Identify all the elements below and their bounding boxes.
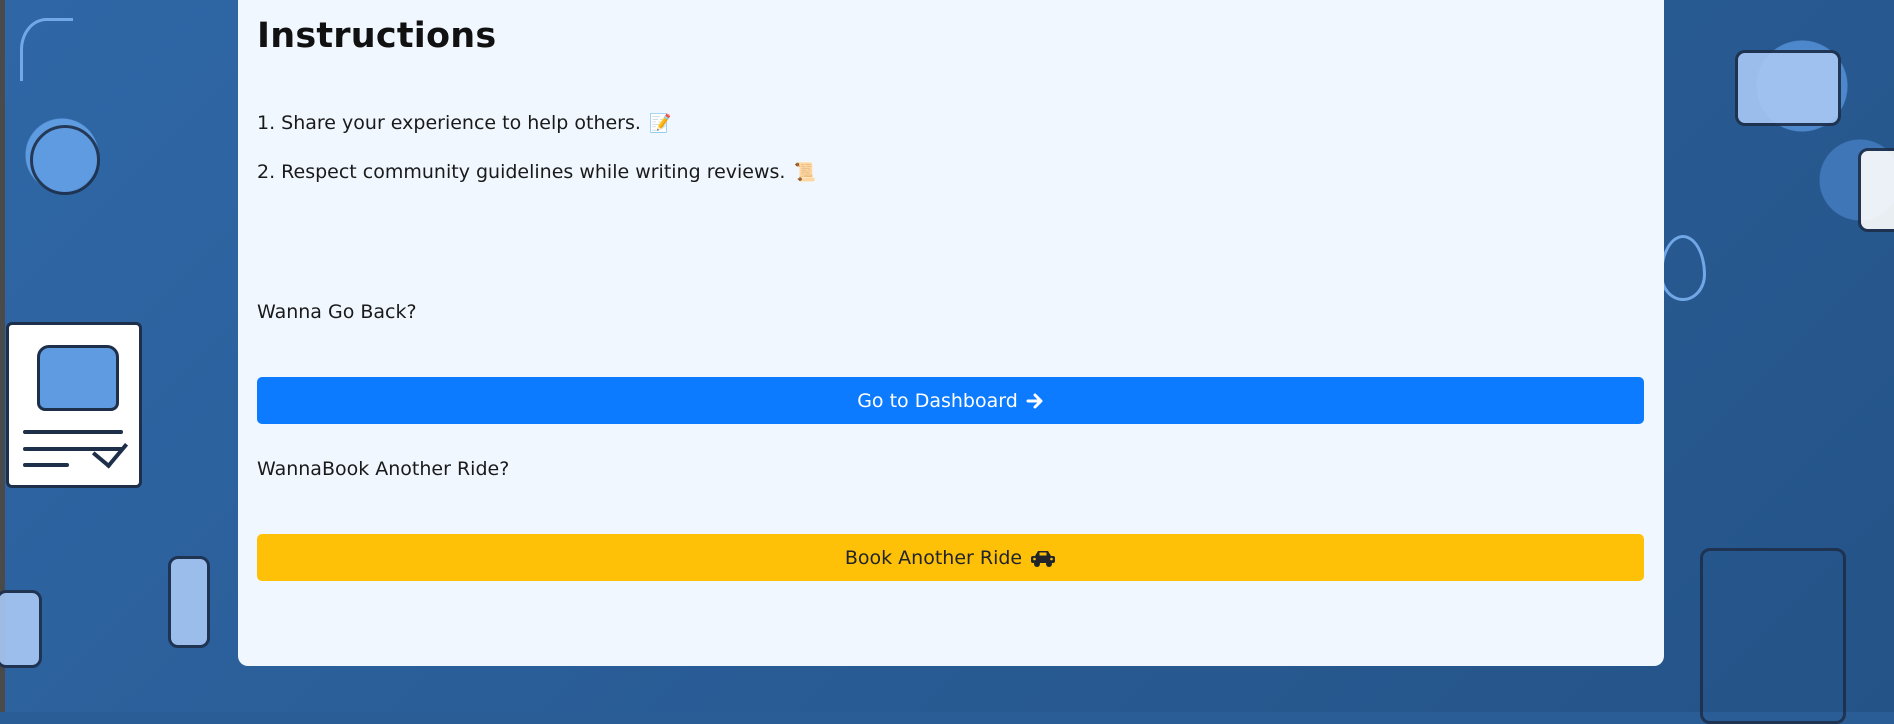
instruction-item-1: 1. Share your experience to help others.… — [257, 112, 671, 134]
book-another-ride-prompt: WannaBook Another Ride? — [257, 458, 510, 480]
user-avatar-decoration — [30, 125, 100, 195]
instruction-item-2: 2. Respect community guidelines while wr… — [257, 161, 816, 183]
card-decoration-bottom-right — [1700, 548, 1846, 724]
go-back-prompt: Wanna Go Back? — [257, 301, 417, 323]
page-title: Instructions — [257, 16, 497, 56]
instruction-text: 2. Respect community guidelines while wr… — [257, 161, 786, 183]
review-instructions-panel: Instructions 1. Share your experience to… — [238, 0, 1664, 666]
instruction-text: 1. Share your experience to help others. — [257, 112, 641, 134]
ride-document-decoration — [6, 322, 142, 488]
arrow-right-icon — [1026, 393, 1043, 408]
book-another-ride-label: Book Another Ride — [844, 546, 1023, 569]
phone-decoration — [1858, 148, 1894, 232]
car-decoration-top-right — [1735, 50, 1841, 126]
car-icon — [37, 345, 119, 411]
document-line — [23, 463, 69, 467]
scroll-icon: 📜 — [793, 162, 816, 183]
go-to-dashboard-button[interactable]: Go to Dashboard — [257, 377, 1644, 424]
traffic-light-decoration — [168, 556, 210, 648]
go-to-dashboard-label: Go to Dashboard — [857, 389, 1018, 412]
checkmark-icon — [91, 431, 129, 469]
route-arrow-decoration — [20, 18, 73, 81]
memo-icon: 📝 — [648, 113, 672, 134]
book-another-ride-button[interactable]: Book Another Ride — [257, 534, 1644, 581]
car-decoration-bottom-left — [0, 590, 42, 668]
car-icon — [1031, 550, 1056, 567]
